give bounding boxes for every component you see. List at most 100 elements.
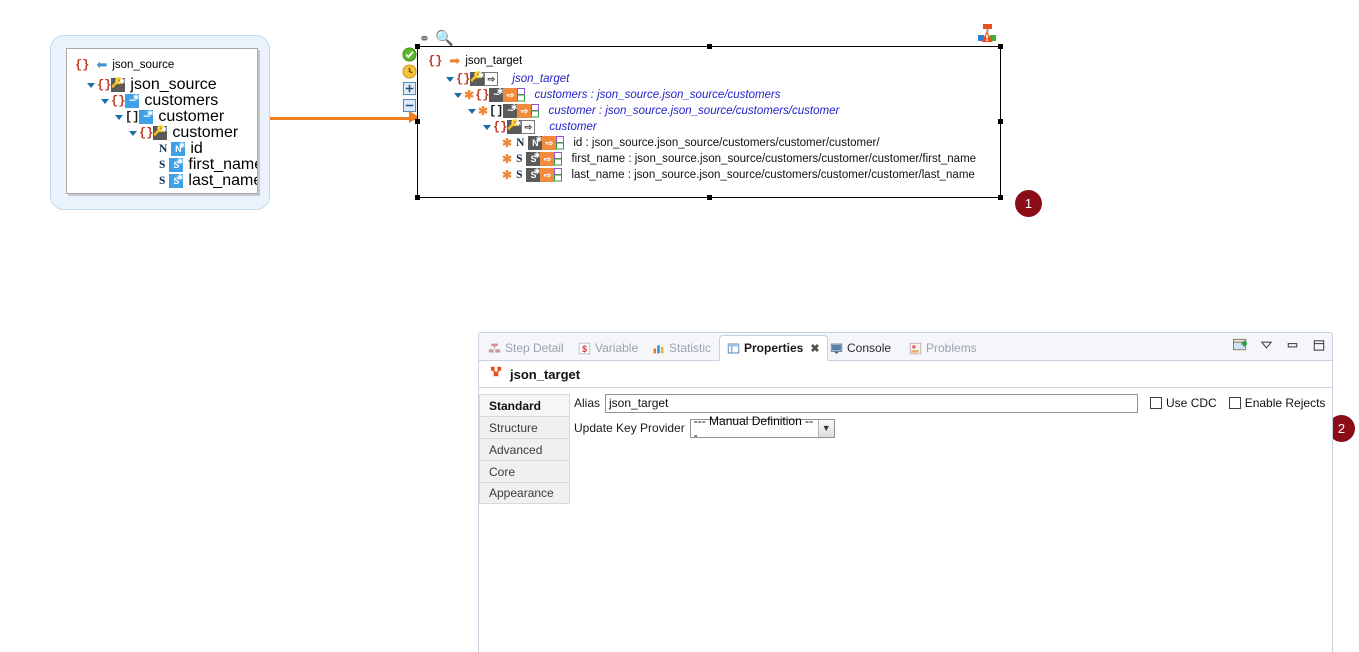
json-output-icon [489, 364, 504, 384]
expand-arrow-icon[interactable] [483, 124, 491, 130]
tab-properties[interactable]: Properties ✖ [719, 335, 828, 361]
tree-row[interactable]: ✱ N N ✱ ⇨ id : json_source.json_source/cu… [502, 135, 1000, 151]
properties-titlebar: json_target [479, 361, 1332, 388]
target-component-tree[interactable]: {} ➡ json_target {} 🔑 ✱ ⇨ json_target ✱ {… [415, 44, 1003, 200]
type-letter: N [516, 137, 525, 149]
view-tabbar: Step Detail $ Variable Statistic Propert… [479, 333, 1332, 361]
tree-row[interactable]: {} ~ ✱ customers [101, 92, 257, 109]
checkbox-icon[interactable] [1150, 397, 1163, 409]
selection-handle[interactable] [707, 44, 712, 49]
side-tab-standard[interactable]: Standard [479, 394, 570, 416]
json-braces-icon: {} [428, 54, 443, 68]
tab-variable[interactable]: $ Variable [571, 335, 645, 361]
json-braces-icon: {} [139, 126, 154, 140]
selection-handle[interactable] [998, 44, 1003, 49]
new-view-icon[interactable] [1233, 338, 1248, 352]
tree-row[interactable]: ✱ {} ~ ✱ ⇨ customers : json_source.json_s… [454, 87, 1000, 103]
statistic-bars-icon [652, 342, 665, 355]
tree-row-label: customer [172, 124, 239, 141]
side-tab-appearance[interactable]: Appearance [479, 482, 570, 504]
expand-arrow-icon[interactable] [101, 98, 109, 104]
expand-arrow-icon[interactable] [87, 82, 95, 88]
tree-row[interactable]: N N ✱ id [159, 140, 257, 157]
expand-arrow-icon[interactable] [454, 92, 462, 98]
expand-arrow-icon[interactable] [468, 108, 476, 114]
update-key-provider-select[interactable]: --- Manual Definition --- ▼ [689, 414, 835, 442]
tree-row[interactable]: {} 🔑 ✱ json_source [87, 76, 257, 93]
type-letter: S [516, 169, 523, 181]
tab-problems[interactable]: Problems [902, 335, 984, 361]
minimize-icon[interactable] [1285, 338, 1300, 352]
modified-marker-icon: ✱ [464, 88, 475, 102]
tree-row[interactable]: S S ✱ last_name [159, 172, 258, 189]
connection-line[interactable] [270, 117, 417, 120]
expand-arrow-icon[interactable] [115, 114, 123, 120]
modified-marker-icon: ✱ [478, 104, 489, 118]
expand-arrow-icon[interactable] [446, 76, 454, 82]
maximize-icon[interactable] [1311, 338, 1326, 352]
tree-row[interactable]: {} 🔑 ✱ customer [129, 124, 257, 141]
expand-plus-icon[interactable] [402, 81, 417, 96]
tree-row[interactable]: {} 🔑 ✱ ⇨ json_target [446, 71, 1000, 87]
tree-row[interactable]: S S ✱ first_name [159, 156, 257, 173]
enable-rejects-label: Enable Rejects [1244, 396, 1326, 410]
magnifier-icon[interactable]: 🔍 [435, 29, 454, 47]
type-letter: N [159, 143, 168, 155]
tab-statistic[interactable]: Statistic [645, 335, 718, 361]
json-output-icon: ➡ [449, 53, 461, 68]
tree-row-mapping: id : json_source.json_source/customers/c… [573, 137, 880, 149]
tree-row[interactable]: {} 🔑 ✱ ⇨ customer [483, 119, 1000, 135]
update-key-provider-value: --- Manual Definition --- [693, 414, 814, 442]
properties-form: Alias json_target Use CDC Enable Rejects… [571, 388, 1332, 652]
selection-handle[interactable] [415, 119, 420, 124]
tree-row-mapping: customers : json_source.json_source/cust… [534, 89, 781, 101]
selection-handle[interactable] [998, 195, 1003, 200]
page-title: json_target [510, 366, 581, 382]
tab-label: Properties [744, 341, 804, 355]
tree-row[interactable]: ✱ [] ~ ✱ ⇨ customer : json_source.json_so… [468, 103, 1000, 119]
console-screen-icon [830, 342, 843, 355]
selection-handle[interactable] [998, 119, 1003, 124]
tree-row-label: last_name [188, 172, 258, 189]
tree-row[interactable]: [] ~ ✱ customer [115, 108, 257, 125]
close-icon[interactable]: ✖ [810, 342, 819, 355]
side-tab-advanced[interactable]: Advanced [479, 438, 570, 460]
target-left-toolbar[interactable] [402, 47, 418, 115]
selection-handle[interactable] [415, 44, 420, 49]
checkbox-icon[interactable] [1228, 397, 1241, 409]
map-alert-icon[interactable] [975, 23, 999, 45]
tab-step-detail[interactable]: Step Detail [481, 335, 571, 361]
view-menu-icon[interactable] [1259, 338, 1274, 352]
tree-row[interactable]: ✱ S S ✱ ⇨ last_name : json_source.json_so… [502, 167, 1000, 183]
key-map-icon: 🔑 ✱ [111, 77, 126, 92]
selection-handle[interactable] [707, 195, 712, 200]
expand-arrow-icon[interactable] [129, 130, 137, 136]
use-cdc-checkbox[interactable]: Use CDC [1150, 396, 1217, 410]
side-tab-structure[interactable]: Structure [479, 416, 570, 438]
enable-rejects-checkbox[interactable]: Enable Rejects [1228, 396, 1326, 410]
properties-body: Standard Structure Advanced Core Appeara… [479, 388, 1332, 652]
source-component-tree[interactable]: {} ⬅ json_source {} 🔑 ✱ json_source {} ~ ✱… [66, 48, 258, 194]
json-braces-icon: {} [97, 78, 112, 92]
side-tab-core[interactable]: Core [479, 460, 570, 482]
valid-check-icon[interactable] [402, 47, 417, 62]
target-root-row[interactable]: {} ➡ json_target [428, 53, 1000, 69]
tree-row[interactable]: ✱ S S ✱ ⇨ first_name : json_source.json_s… [502, 151, 1000, 167]
tab-label: Problems [926, 341, 977, 355]
screen: {} ⬅ json_source {} 🔑 ✱ json_source {} ~ ✱… [0, 0, 1359, 652]
alias-input[interactable]: json_target [605, 393, 1139, 413]
collapse-minus-icon[interactable] [402, 98, 417, 113]
source-component-container[interactable]: {} ⬅ json_source {} 🔑 ✱ json_source {} ~ ✱… [50, 35, 270, 210]
clock-icon[interactable] [402, 64, 417, 79]
tree-row-mapping: first_name : json_source.json_source/cus… [571, 153, 977, 165]
chevron-down-icon[interactable]: ▼ [817, 419, 834, 437]
s-type-icon: S ✱ [526, 151, 541, 166]
tab-console[interactable]: Console [823, 335, 898, 361]
json-braces-icon: {} [475, 88, 490, 102]
selection-handle[interactable] [415, 195, 420, 200]
eye-icon[interactable]: ⚭ [419, 31, 430, 47]
tilde-icon: ~ ✱ [125, 93, 140, 108]
source-root-row[interactable]: {} ⬅ json_source [75, 57, 257, 73]
key-map-icon: 🔑 ✱ [470, 71, 485, 86]
output-arrow-icon: ⇨ [521, 120, 536, 134]
